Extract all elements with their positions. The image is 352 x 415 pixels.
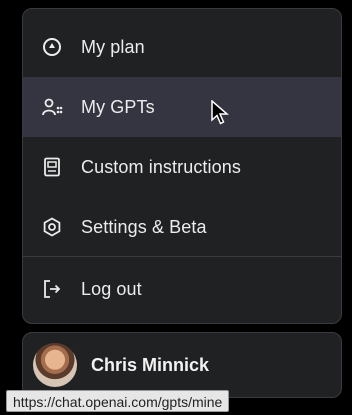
plan-icon	[41, 36, 63, 58]
settings-icon	[41, 216, 63, 238]
status-bar-url: https://chat.openai.com/gpts/mine	[6, 390, 230, 412]
menu-item-label: Log out	[81, 278, 142, 299]
menu-item-label: My GPTs	[81, 96, 155, 117]
avatar	[33, 343, 77, 387]
instructions-icon	[41, 156, 63, 178]
mouse-cursor-icon	[211, 100, 230, 125]
menu-item-label: My plan	[81, 36, 145, 57]
menu-item-label: Custom instructions	[81, 156, 241, 177]
menu-item-my-gpts[interactable]: My GPTs	[23, 77, 341, 137]
profile-button[interactable]: Chris Minnick	[22, 332, 342, 398]
logout-icon	[41, 278, 63, 300]
menu-item-label: Settings & Beta	[81, 216, 207, 237]
menu-item-settings[interactable]: Settings & Beta	[23, 197, 341, 257]
menu-item-my-plan[interactable]: My plan	[23, 17, 341, 77]
account-menu: My plan My GPTs Custom instructions Sett…	[22, 8, 342, 324]
gpts-icon	[41, 96, 63, 118]
menu-divider	[23, 256, 341, 257]
menu-item-log-out[interactable]: Log out	[23, 259, 341, 319]
menu-item-custom-instructions[interactable]: Custom instructions	[23, 137, 341, 197]
profile-name: Chris Minnick	[91, 354, 210, 375]
